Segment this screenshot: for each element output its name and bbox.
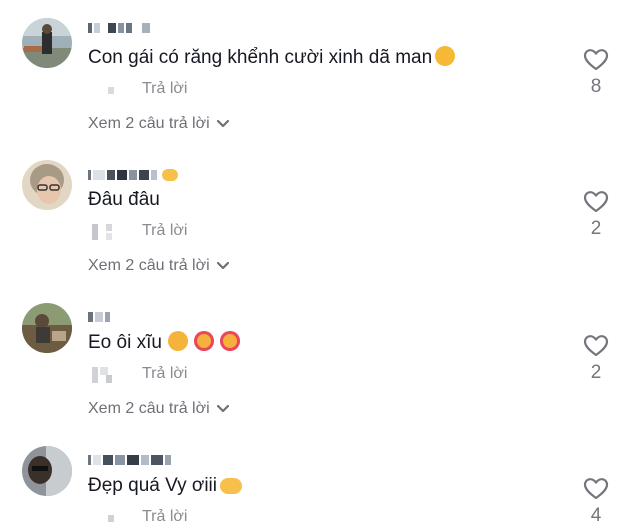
heart-hands-emoji [219, 478, 242, 494]
view-replies-button[interactable]: Xem 2 câu trả lời [88, 257, 230, 275]
reply-button[interactable]: Trả lời [142, 508, 187, 526]
chevron-down-icon [216, 261, 229, 270]
avatar[interactable] [22, 303, 72, 353]
comment-text: Con gái có răng khểnh cười xinh dã man [88, 46, 456, 70]
date-redacted [88, 365, 128, 383]
comment-meta: Trả lời [88, 221, 187, 241]
heart-outline-icon [583, 191, 609, 213]
reply-button[interactable]: Trả lời [142, 365, 187, 383]
date-redacted [88, 80, 128, 98]
view-replies-button[interactable]: Xem 2 câu trả lời [88, 115, 230, 133]
date-redacted [88, 222, 128, 240]
comment-text: Đâu đâu [88, 189, 160, 210]
date-redacted [88, 508, 128, 526]
chevron-down-icon [216, 404, 229, 413]
comment-text: Eo ôi xĩu [88, 331, 240, 355]
username-redacted[interactable] [88, 21, 150, 35]
like-button[interactable]: 8 [580, 48, 612, 98]
chevron-down-icon [216, 119, 229, 128]
like-button[interactable]: 2 [580, 334, 612, 384]
smiling-hearts-emoji [219, 331, 240, 351]
comment-meta: Trả lời [88, 79, 187, 99]
comment-text: Đẹp quá Vy ơiii [88, 474, 242, 498]
avatar[interactable] [22, 446, 72, 496]
heart-outline-icon [583, 478, 609, 500]
heart-hands-emoji [162, 169, 178, 181]
like-count: 2 [590, 218, 602, 239]
view-replies-button[interactable]: Xem 2 câu trả lời [88, 400, 230, 418]
avatar[interactable] [22, 18, 72, 68]
avatar[interactable] [22, 160, 72, 210]
grinning-sweat-emoji [435, 46, 456, 66]
like-button[interactable]: 4 [580, 477, 612, 527]
username-redacted[interactable] [88, 453, 171, 467]
like-count: 2 [590, 362, 602, 383]
reply-button[interactable]: Trả lời [142, 222, 187, 240]
comment-meta: Trả lời [88, 364, 187, 384]
comment-meta: Trả lời [88, 507, 187, 527]
like-count: 8 [590, 76, 602, 97]
blushing-hand-emoji [167, 331, 188, 351]
like-button[interactable]: 2 [580, 190, 612, 240]
like-count: 4 [590, 505, 602, 526]
heart-outline-icon [583, 335, 609, 357]
smiling-hearts-emoji [193, 331, 214, 351]
heart-outline-icon [583, 49, 609, 71]
reply-button[interactable]: Trả lời [142, 80, 187, 98]
username-redacted[interactable] [88, 310, 110, 324]
username-redacted[interactable] [88, 168, 178, 182]
